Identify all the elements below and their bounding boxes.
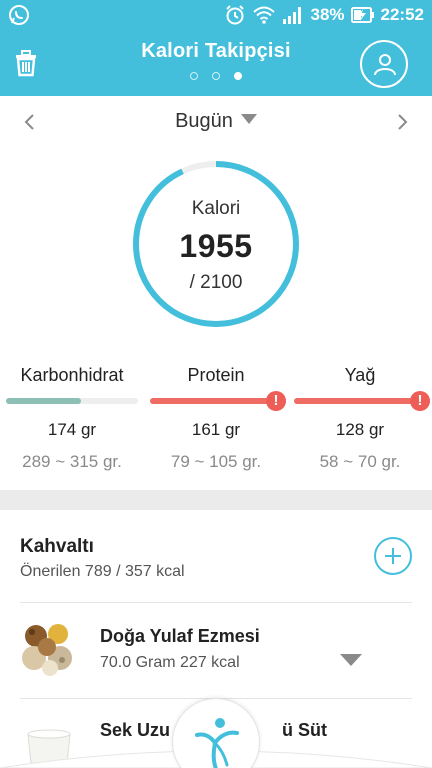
wifi-icon	[252, 5, 276, 25]
food-name: Sek Uzu	[100, 720, 171, 740]
date-selector[interactable]: Bugün	[0, 110, 432, 133]
macro-summary: Karbonhidrat 174 gr 289 ~ 315 gr. Protei…	[0, 362, 432, 482]
page-dot[interactable]	[190, 72, 198, 80]
section-divider	[0, 490, 432, 510]
add-food-button[interactable]	[374, 537, 412, 575]
caret-down-icon[interactable]	[340, 654, 362, 666]
calorie-label: Kalori	[191, 198, 241, 219]
app-header: Kalori Takipçisi	[0, 30, 432, 96]
food-name: Doğa Yulaf Ezmesi	[100, 626, 260, 646]
profile-button[interactable]	[360, 40, 408, 88]
calorie-value: 1955	[179, 228, 253, 264]
macro-carbs: Karbonhidrat 174 gr 289 ~ 315 gr.	[0, 362, 144, 482]
macro-name: Yağ	[344, 365, 376, 385]
macro-bar-fill	[150, 398, 270, 404]
meal-header: Kahvaltı Önerilen 789 / 357 kcal	[0, 510, 432, 602]
battery-charging-icon	[350, 6, 375, 24]
macro-bar-fill	[6, 398, 82, 404]
macro-amount: 128 gr	[335, 420, 385, 439]
macro-range: 289 ~ 315 gr.	[22, 452, 122, 471]
macro-protein: Protein ! 161 gr 79 ~ 105 gr.	[144, 362, 288, 482]
profile-icon	[374, 54, 396, 76]
macro-fat: Yağ ! 128 gr 58 ~ 70 gr.	[288, 362, 432, 482]
whatsapp-icon	[8, 4, 32, 26]
food-item[interactable]: Doğa Yulaf Ezmesi 70.0 Gram 227 kcal	[0, 602, 432, 698]
food-detail: 70.0 Gram 227 kcal	[100, 654, 240, 671]
battery-percent: 38%	[310, 5, 345, 24]
macro-amount: 174 gr	[47, 420, 97, 439]
macro-bar	[294, 398, 414, 404]
date-navigation: Bugün	[0, 100, 432, 144]
date-label: Bugün	[175, 110, 233, 132]
calorie-goal: / 2100	[189, 272, 243, 293]
macro-bar-fill	[294, 398, 414, 404]
signal-icon	[282, 5, 304, 25]
macro-bar	[150, 398, 270, 404]
page-dot-active[interactable]	[234, 72, 242, 80]
oats-image	[20, 620, 78, 678]
alarm-icon	[224, 4, 246, 26]
meal-recommended: Önerilen 789 / 357 kcal	[20, 563, 185, 580]
macro-amount: 161 gr	[191, 420, 241, 439]
caret-down-icon	[240, 114, 257, 124]
page-dot[interactable]	[212, 72, 220, 80]
status-bar: 38% 22:52	[0, 0, 432, 30]
app-logo-icon	[195, 718, 239, 768]
macro-name: Protein	[187, 365, 245, 385]
calorie-ring: Kalori 1955 / 2100	[130, 158, 302, 330]
macro-bar	[6, 398, 138, 404]
macro-range: 58 ~ 70 gr.	[319, 452, 401, 471]
macro-name: Karbonhidrat	[20, 365, 124, 385]
clock: 22:52	[380, 5, 424, 24]
warning-icon[interactable]: !	[266, 391, 286, 411]
food-name-tail: ü Süt	[282, 720, 327, 740]
meal-title: Kahvaltı	[20, 536, 94, 557]
warning-icon[interactable]: !	[410, 391, 430, 411]
macro-range: 79 ~ 105 gr.	[170, 452, 262, 471]
chevron-right-icon[interactable]	[388, 108, 416, 136]
